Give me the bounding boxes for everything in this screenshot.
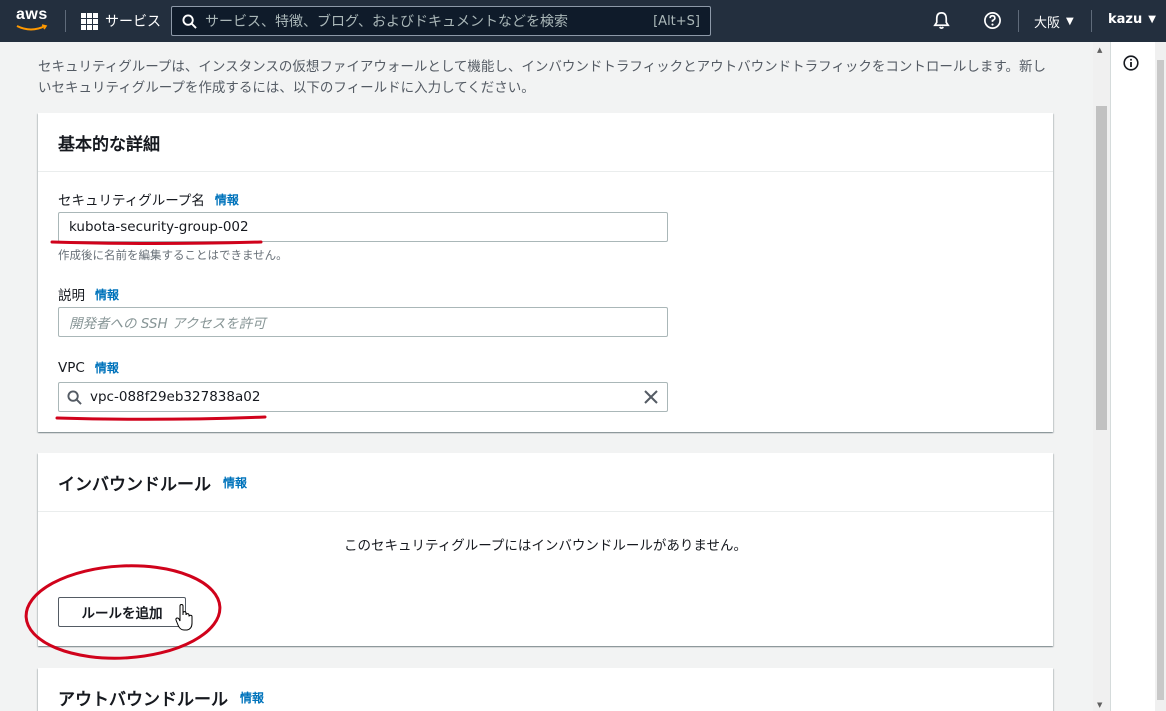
search-shortcut: [Alt+S] xyxy=(653,13,700,29)
bell-icon[interactable] xyxy=(932,11,951,30)
outbound-rules-panel: アウトバウンドルール 情報 xyxy=(38,668,1053,711)
label-text: VPC xyxy=(58,359,85,376)
search-icon xyxy=(182,13,197,29)
nav-divider xyxy=(1091,10,1092,32)
input-value: kubota-security-group-002 xyxy=(69,219,249,235)
aws-smile-icon xyxy=(16,24,48,31)
user-menu[interactable]: kazu ▼ xyxy=(1108,12,1156,27)
security-group-name-input[interactable]: kubota-security-group-002 xyxy=(58,212,668,242)
basic-details-panel: 基本的な詳細 セキュリティグループ名 情報 kubota-security-gr… xyxy=(38,113,1053,432)
add-rule-button[interactable]: ルールを追加 xyxy=(58,597,186,627)
info-link[interactable]: 情報 xyxy=(95,359,119,376)
search-placeholder: サービス、特徴、ブログ、およびドキュメントなどを検索 xyxy=(205,14,569,30)
description-input[interactable]: 開発者への SSH アクセスを許可 xyxy=(58,307,668,337)
caret-down-icon: ▼ xyxy=(1148,14,1156,25)
name-field-label: セキュリティグループ名 情報 xyxy=(58,189,239,210)
aws-logo[interactable]: aws xyxy=(16,7,50,35)
grid-icon xyxy=(81,12,98,30)
empty-rules-message: このセキュリティグループにはインバウンドルールがありません。 xyxy=(344,538,747,554)
user-label: kazu xyxy=(1108,12,1143,27)
side-scrollbar[interactable] xyxy=(1155,42,1166,711)
aws-logo-text: aws xyxy=(16,6,48,23)
info-icon[interactable] xyxy=(1123,55,1139,71)
label-text: セキュリティグループ名 xyxy=(58,193,205,209)
panel-title: アウトバウンドルール xyxy=(58,690,228,710)
info-link[interactable]: 情報 xyxy=(240,689,264,706)
vpc-field-label: VPC 情報 xyxy=(58,359,119,376)
panel-title: 基本的な詳細 xyxy=(58,134,160,155)
info-link[interactable]: 情報 xyxy=(223,474,247,491)
name-hint: 作成後に名前を編集することはできません。 xyxy=(58,248,288,262)
nav-divider xyxy=(1018,10,1019,32)
region-selector[interactable]: 大阪 ▼ xyxy=(1034,12,1074,31)
caret-down-icon: ▼ xyxy=(1066,16,1074,27)
info-link[interactable]: 情報 xyxy=(95,286,119,303)
hand-cursor-icon xyxy=(175,604,193,631)
services-label: サービス xyxy=(105,14,161,30)
description-field-label: 説明 情報 xyxy=(58,284,119,305)
input-value: vpc-088f29eb327838a02 xyxy=(90,389,261,405)
scroll-up-icon[interactable]: ▲ xyxy=(1097,46,1102,54)
panel-header: アウトバウンドルール 情報 xyxy=(38,668,1053,711)
panel-header: 基本的な詳細 xyxy=(38,113,1053,172)
clear-icon[interactable] xyxy=(644,390,658,404)
nav-divider xyxy=(65,10,66,32)
scroll-thumb[interactable] xyxy=(1157,60,1164,700)
search-input[interactable]: サービス、特徴、ブログ、およびドキュメントなどを検索 [Alt+S] xyxy=(171,6,711,36)
services-menu-button[interactable]: サービス xyxy=(81,11,161,31)
help-icon[interactable] xyxy=(983,11,1002,30)
top-navigation: aws サービス サービス、特徴、ブログ、およびドキュメントなどを検索 [Alt… xyxy=(0,0,1166,42)
main-scrollbar[interactable]: ▲ ▼ xyxy=(1093,42,1110,711)
panel-header: インバウンドルール 情報 xyxy=(38,453,1053,512)
scroll-down-icon[interactable]: ▼ xyxy=(1097,701,1102,709)
search-icon xyxy=(67,389,82,405)
label-text: 説明 xyxy=(58,288,85,304)
info-link[interactable]: 情報 xyxy=(215,191,239,208)
input-placeholder: 開発者への SSH アクセスを許可 xyxy=(69,316,266,332)
scroll-thumb[interactable] xyxy=(1096,106,1107,430)
page-description: セキュリティグループは、インスタンスの仮想ファイアウォールとして機能し、インバウ… xyxy=(38,59,1047,96)
panel-title: インバウンドルール xyxy=(58,474,211,495)
region-label: 大阪 xyxy=(1034,16,1061,31)
vpc-select-input[interactable]: vpc-088f29eb327838a02 xyxy=(58,382,668,412)
